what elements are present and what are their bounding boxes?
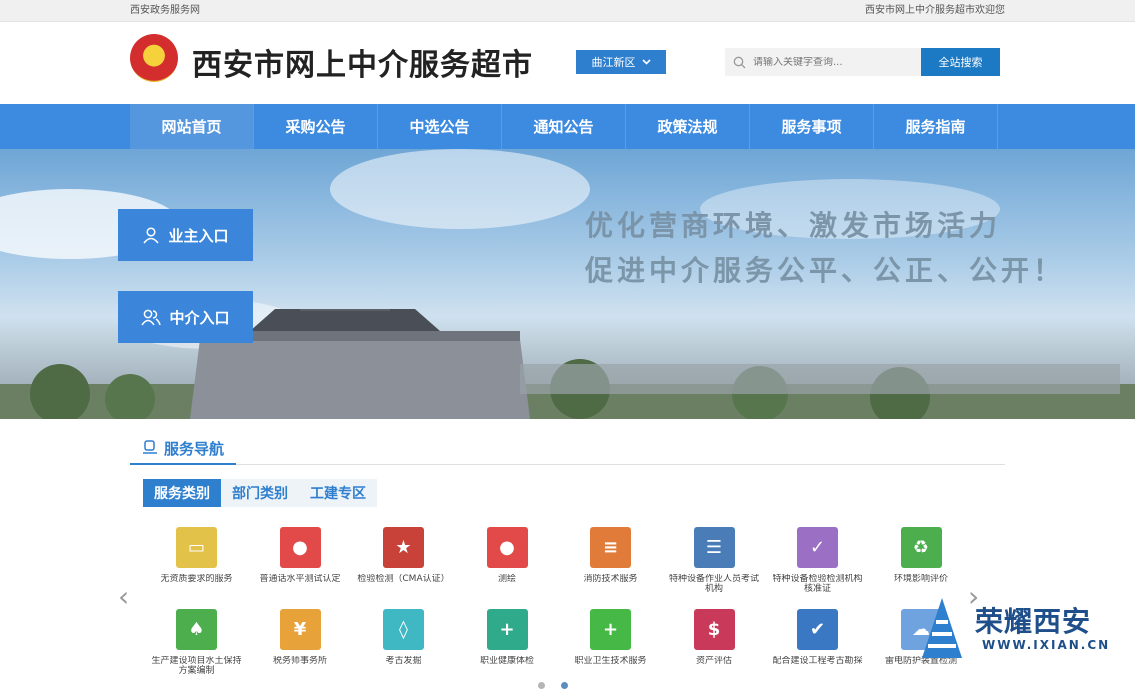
nav-home[interactable]: 网站首页	[130, 104, 254, 149]
region-label: 曲江新区	[591, 56, 636, 69]
watermark-url: WWW.IXIAN.CN	[982, 638, 1111, 652]
medal-icon: ★	[383, 527, 424, 568]
money-doc-icon: $	[693, 609, 735, 650]
service-item[interactable]: ☰ 特种设备作业人员考试机构	[663, 527, 766, 594]
service-item[interactable]: + 职业健康体检	[456, 609, 559, 676]
service-item[interactable]: ✓ 特种设备检验检测机构核准证	[766, 527, 869, 594]
service-item-label: 测绘	[497, 574, 516, 584]
service-item-label: 配合建设工程考古勘探	[772, 656, 863, 666]
nav-selection[interactable]: 中选公告	[378, 104, 502, 149]
carousel-dot-active[interactable]	[561, 682, 568, 689]
service-icon	[143, 440, 157, 454]
stamp-icon: ●	[486, 527, 528, 568]
service-navigation: 服务导航 服务类别 部门类别 工建专区 ▭ 无资质要求的服务 ● 普通话水平测试认定 ★…	[130, 419, 1005, 693]
service-item[interactable]: ✔ 配合建设工程考古勘探	[766, 609, 869, 676]
service-header: 服务导航	[130, 419, 1005, 465]
medical-kit-icon: +	[486, 609, 528, 650]
first-aid-icon: +	[590, 609, 631, 650]
owner-entry-label: 业主入口	[168, 226, 229, 245]
nav-procurement[interactable]: 采购公告	[254, 104, 378, 149]
top-bar: 西安政务服务网 西安市网上中介服务超市欢迎您	[0, 0, 1135, 22]
agent-entry-button[interactable]: 中介入口	[118, 291, 253, 343]
carousel-dot[interactable]	[538, 682, 545, 689]
tree-icon: ♠	[176, 609, 217, 650]
service-item-label: 特种设备检验检测机构核准证	[772, 574, 863, 594]
service-item[interactable]: $ 资产评估	[663, 609, 766, 676]
site-title: 西安市网上中介服务超市	[192, 48, 533, 83]
cloud-decoration	[330, 149, 590, 229]
service-item-label: 消防技术服务	[583, 574, 638, 584]
certificate-icon: ▭	[176, 527, 217, 568]
document-icon: ≡	[590, 527, 631, 568]
owner-entry-button[interactable]: 业主入口	[118, 209, 253, 261]
nav-services[interactable]: 服务事项	[750, 104, 874, 149]
region-selector[interactable]: 曲江新区	[576, 50, 666, 74]
user-icon	[143, 227, 160, 244]
shield-icon: ✔	[797, 609, 838, 650]
service-item-label: 职业健康体检	[479, 656, 534, 666]
service-item-label: 考古发掘	[385, 656, 422, 666]
service-item[interactable]: ◊ 考古发掘	[352, 609, 455, 676]
header: 西安市网上中介服务超市 曲江新区 全站搜索	[0, 22, 1135, 104]
service-item-label: 无资质要求的服务	[160, 574, 233, 584]
tab-construction-zone[interactable]: 工建专区	[299, 479, 377, 507]
main-nav: 网站首页 采购公告 中选公告 通知公告 政策法规 服务事项 服务指南	[0, 104, 1135, 149]
service-item-label: 检验检测（CMA认证）	[357, 574, 450, 584]
service-item-label: 职业卫生技术服务	[574, 656, 647, 666]
chevron-down-icon	[641, 59, 651, 65]
hero-banner: 业主入口 中介入口 优化营商环境、激发市场活力 促进中介服务公平、公正、公开！	[0, 149, 1135, 419]
nav-guide[interactable]: 服务指南	[874, 104, 998, 149]
national-emblem-icon	[130, 34, 178, 82]
service-title: 服务导航	[130, 433, 237, 465]
service-item[interactable]: ♠ 生产建设项目水土保持方案编制	[145, 609, 248, 676]
service-item-label: 普通话水平测试认定	[259, 574, 341, 584]
category-tabs: 服务类别 部门类别 工建专区	[130, 479, 1005, 507]
service-item-label: 资产评估	[695, 656, 732, 666]
service-item-label: 生产建设项目水土保持方案编制	[151, 656, 242, 676]
nav-policy[interactable]: 政策法规	[626, 104, 750, 149]
service-item[interactable]: ▭ 无资质要求的服务	[145, 527, 248, 594]
service-grid: ▭ 无资质要求的服务 ● 普通话水平测试认定 ★ 检验检测（CMA认证） ● 测绘 ≡ 消防技术服…	[130, 527, 1005, 693]
service-item-label: 特种设备作业人员考试机构	[668, 574, 759, 594]
search-box	[725, 48, 921, 76]
service-item[interactable]: ● 测绘	[456, 527, 559, 594]
prev-arrow-icon[interactable]: ‹	[118, 580, 129, 613]
recycle-icon: ♻	[900, 527, 942, 568]
slogan-line-2: 促进中介服务公平、公正、公开！	[585, 254, 1066, 287]
slogan-line-1: 优化营商环境、激发市场活力	[585, 209, 1002, 242]
service-item[interactable]: ★ 检验检测（CMA认证）	[352, 527, 455, 594]
service-item[interactable]: ¥ 税务师事务所	[249, 609, 352, 676]
vase-icon: ◊	[383, 609, 424, 650]
service-item[interactable]: ● 普通话水平测试认定	[249, 527, 352, 594]
service-item[interactable]: ≡ 消防技术服务	[559, 527, 662, 594]
tab-department-category[interactable]: 部门类别	[221, 479, 299, 507]
clipboard-icon: ☰	[693, 527, 735, 568]
service-item-label: 税务师事务所	[272, 656, 327, 666]
service-item[interactable]: + 职业卫生技术服务	[559, 609, 662, 676]
search-input[interactable]	[753, 56, 913, 68]
gov-portal-link[interactable]: 西安政务服务网	[130, 0, 200, 22]
carousel-dots	[538, 682, 568, 689]
agent-entry-label: 中介入口	[169, 308, 230, 327]
welcome-text: 西安市网上中介服务超市欢迎您	[865, 5, 1005, 16]
tab-service-category[interactable]: 服务类别	[143, 479, 221, 507]
nav-notice[interactable]: 通知公告	[502, 104, 626, 149]
stamp-icon: ●	[279, 527, 321, 568]
money-bag-icon: ¥	[279, 609, 321, 650]
service-title-text: 服务导航	[164, 439, 225, 458]
service-item[interactable]: ♻ 环境影响评价	[870, 527, 973, 594]
search-button[interactable]: 全站搜索	[921, 48, 1000, 76]
watermark-text: 荣耀西安	[975, 605, 1092, 638]
document-check-icon: ✓	[797, 527, 838, 568]
users-icon	[141, 309, 162, 326]
search-icon	[725, 56, 753, 69]
